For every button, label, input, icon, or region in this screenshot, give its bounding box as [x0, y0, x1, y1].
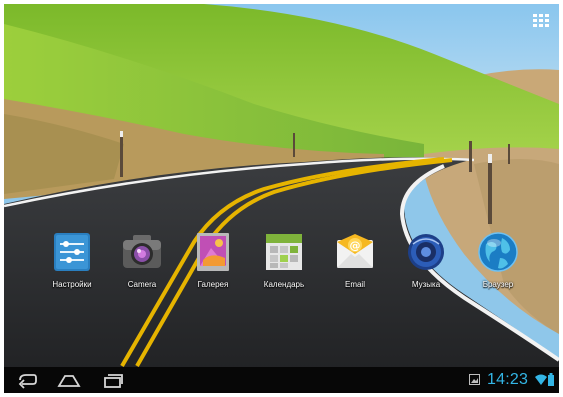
home-icon — [57, 375, 81, 387]
clock: 14:23 — [487, 371, 529, 388]
app-gallery[interactable]: Галерея — [175, 230, 251, 289]
system-navigation-bar: 14:23 — [4, 367, 559, 393]
camera-icon — [123, 235, 161, 268]
apps-grid-button[interactable] — [533, 14, 549, 27]
app-label-settings: Настройки — [52, 280, 92, 289]
app-music[interactable]: Музыка — [388, 230, 464, 289]
recent-apps-button[interactable] — [102, 371, 124, 389]
browser-icon — [478, 232, 518, 272]
app-settings[interactable]: Настройки — [34, 230, 110, 289]
app-label-gallery: Галерея — [197, 280, 229, 289]
home-button[interactable] — [57, 371, 81, 389]
app-camera[interactable]: Camera — [104, 230, 180, 289]
gallery-icon — [197, 233, 229, 271]
back-button[interactable] — [16, 371, 38, 389]
battery-icon — [548, 373, 554, 386]
settings-icon — [54, 233, 90, 271]
back-icon — [18, 374, 37, 389]
app-label-camera: Camera — [127, 280, 157, 289]
wallpaper — [4, 4, 559, 393]
app-label-music: Музыка — [411, 280, 441, 289]
apps-grid-icon — [533, 14, 549, 27]
music-icon — [408, 234, 444, 270]
app-dock: Настройки Camera Галерея Календарь @ Ema… — [4, 230, 559, 294]
home-screen: Настройки Camera Галерея Календарь @ Ema… — [4, 4, 559, 393]
app-label-calendar: Календарь — [263, 280, 305, 289]
app-calendar[interactable]: Календарь — [246, 230, 322, 289]
calendar-icon — [266, 234, 302, 270]
recent-apps-icon — [104, 374, 123, 388]
app-email[interactable]: @ Email — [317, 230, 393, 289]
app-label-browser: Браузер — [482, 280, 514, 289]
svg-text:@: @ — [350, 239, 361, 252]
gallery-notification-icon — [469, 374, 480, 385]
app-label-email: Email — [344, 280, 365, 289]
email-icon: @ — [337, 234, 373, 268]
wifi-icon — [535, 374, 547, 385]
app-browser[interactable]: Браузер — [460, 230, 536, 289]
